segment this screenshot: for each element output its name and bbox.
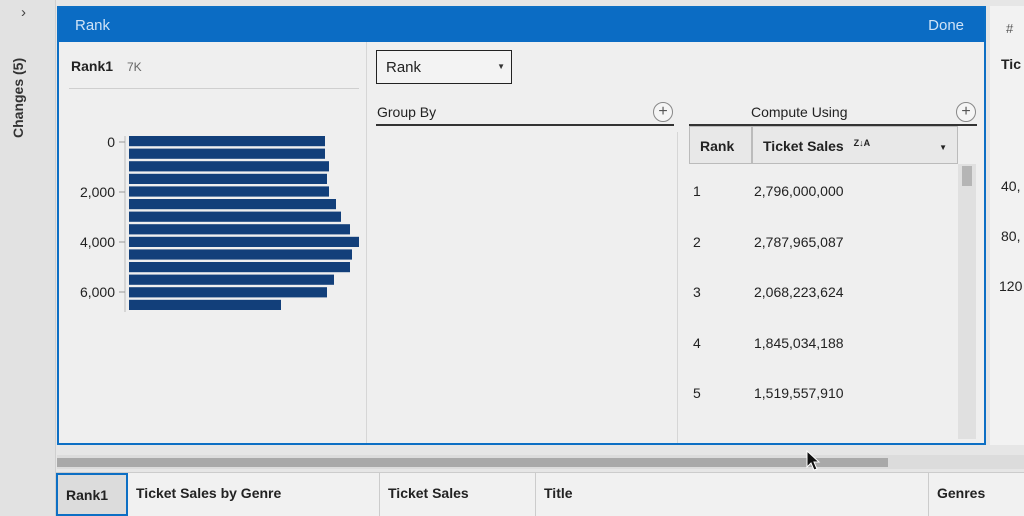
- histogram-bar[interactable]: [129, 136, 325, 147]
- histogram-bar[interactable]: [129, 249, 352, 260]
- grid-column-genres[interactable]: Genres: [929, 473, 1024, 516]
- chevron-down-icon: ▼: [497, 62, 505, 71]
- histogram-bar[interactable]: [129, 186, 329, 197]
- axis-tick: 80,: [1001, 228, 1021, 244]
- table-row: 3 2,068,223,624: [689, 267, 959, 318]
- rank-step-panel: Rank Done Rank1 7K 0 2,000 4,000 6,000 Rank…: [57, 6, 986, 445]
- axis-tick-label: 2,000: [80, 184, 115, 200]
- grid-column-rank1[interactable]: Rank1: [56, 473, 128, 516]
- rank-cell: 3: [693, 284, 701, 301]
- done-button[interactable]: Done: [928, 17, 964, 34]
- scrollbar-thumb[interactable]: [962, 166, 972, 186]
- vertical-scrollbar[interactable]: [958, 164, 976, 439]
- histogram-bar[interactable]: [129, 236, 359, 247]
- rank-config: Rank ▼ Group By + Compute Using + Rank T…: [368, 42, 984, 443]
- histogram-bar[interactable]: [129, 287, 327, 298]
- rank-cell: 5: [693, 385, 701, 402]
- axis-tick-label: 4,000: [80, 234, 115, 250]
- axis-tick: 40,: [1001, 178, 1021, 194]
- divider: [69, 88, 359, 89]
- sales-cell: 1,845,034,188: [754, 334, 844, 351]
- panel-header: Rank Done: [59, 8, 984, 42]
- sales-cell: 1,519,557,910: [754, 385, 844, 402]
- histogram-bar[interactable]: [129, 262, 350, 273]
- axis-tick: 120: [999, 278, 1023, 294]
- rank-preview-list: 1 2,796,000,000 2 2,787,965,087 3 2,068,…: [689, 166, 959, 419]
- table-row: 4 1,845,034,188: [689, 318, 959, 369]
- mouse-cursor-icon: [806, 450, 821, 471]
- column-header-ticket-sales[interactable]: Ticket Sales Z↓A ▼: [752, 126, 958, 164]
- data-grid-header: Rank1 Ticket Sales by Genre Ticket Sales…: [56, 472, 1024, 516]
- compute-using-label: Compute Using: [751, 104, 848, 120]
- expand-chevron-icon[interactable]: ›: [21, 4, 26, 21]
- grid-column-ticket-sales[interactable]: Ticket Sales: [380, 473, 536, 516]
- distribution-histogram[interactable]: 0 2,000 4,000 6,000: [59, 122, 367, 322]
- table-row: 5 1,519,557,910: [689, 368, 959, 419]
- sales-cell: 2,068,223,624: [754, 284, 844, 301]
- column-header-rank[interactable]: Rank: [689, 126, 752, 164]
- column-header-label: Rank: [700, 138, 735, 154]
- group-by-dropzone[interactable]: [368, 132, 678, 443]
- divider: [376, 124, 674, 126]
- profile-field-name: Tic: [1001, 56, 1021, 72]
- sort-descending-icon[interactable]: Z↓A: [854, 138, 871, 148]
- histogram-bar[interactable]: [129, 173, 327, 184]
- axis-tick-label: 6,000: [80, 284, 115, 300]
- rank-select-value: Rank: [386, 59, 422, 76]
- horizontal-scrollbar[interactable]: [57, 455, 1024, 469]
- group-by-label: Group By: [377, 104, 437, 120]
- add-compute-field-button[interactable]: +: [956, 102, 976, 122]
- sales-cell: 2,787,965,087: [754, 233, 844, 250]
- histogram-bar[interactable]: [129, 148, 325, 159]
- rank-type-select[interactable]: Rank ▼: [376, 50, 512, 84]
- rank-cell: 4: [693, 334, 701, 351]
- changes-sidebar: › Changes (5): [0, 0, 56, 516]
- chevron-down-icon[interactable]: ▼: [939, 143, 947, 152]
- field-profile-card: Rank1 7K 0 2,000 4,000 6,000: [59, 42, 367, 443]
- table-row: 1 2,796,000,000: [689, 166, 959, 217]
- grid-column-ticket-sales-by-genre[interactable]: Ticket Sales by Genre: [128, 473, 380, 516]
- table-row: 2 2,787,965,087: [689, 217, 959, 268]
- profile-field-name: Rank1: [71, 58, 114, 74]
- histogram-bar[interactable]: [129, 274, 334, 285]
- next-profile-card: # Tic 40, 80, 120: [990, 6, 1024, 445]
- histogram-bar[interactable]: [129, 224, 350, 235]
- column-header-label: Ticket Sales: [763, 138, 844, 154]
- add-group-by-button[interactable]: +: [653, 102, 673, 122]
- histogram-bar[interactable]: [129, 299, 281, 310]
- scrollbar-thumb[interactable]: [57, 458, 888, 467]
- rank-cell: 1: [693, 183, 701, 200]
- histogram-bar[interactable]: [129, 199, 336, 210]
- profile-count: 7K: [127, 60, 142, 74]
- histogram-bar[interactable]: [129, 211, 341, 222]
- axis-tick-label: 0: [107, 134, 115, 150]
- number-type-icon: #: [1006, 21, 1014, 36]
- histogram-bar[interactable]: [129, 161, 329, 172]
- rank-cell: 2: [693, 233, 701, 250]
- grid-column-title[interactable]: Title: [536, 473, 929, 516]
- panel-title: Rank: [75, 16, 111, 34]
- sales-cell: 2,796,000,000: [754, 183, 844, 200]
